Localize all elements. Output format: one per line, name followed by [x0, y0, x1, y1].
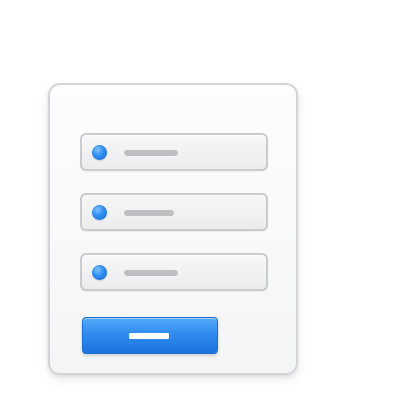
blue-dot-icon: [92, 145, 107, 160]
form-field-1: [80, 133, 268, 171]
icon-canvas: [0, 0, 400, 400]
registration-form-icon: [48, 83, 298, 375]
form-field-2: [80, 193, 268, 231]
text-line-icon: [124, 210, 174, 216]
blue-dot-icon: [92, 205, 107, 220]
form-field-3: [80, 253, 268, 291]
text-line-icon: [129, 333, 169, 339]
text-line-icon: [124, 150, 178, 156]
blue-dot-icon: [92, 265, 107, 280]
submit-button: [82, 317, 218, 354]
text-line-icon: [124, 270, 178, 276]
